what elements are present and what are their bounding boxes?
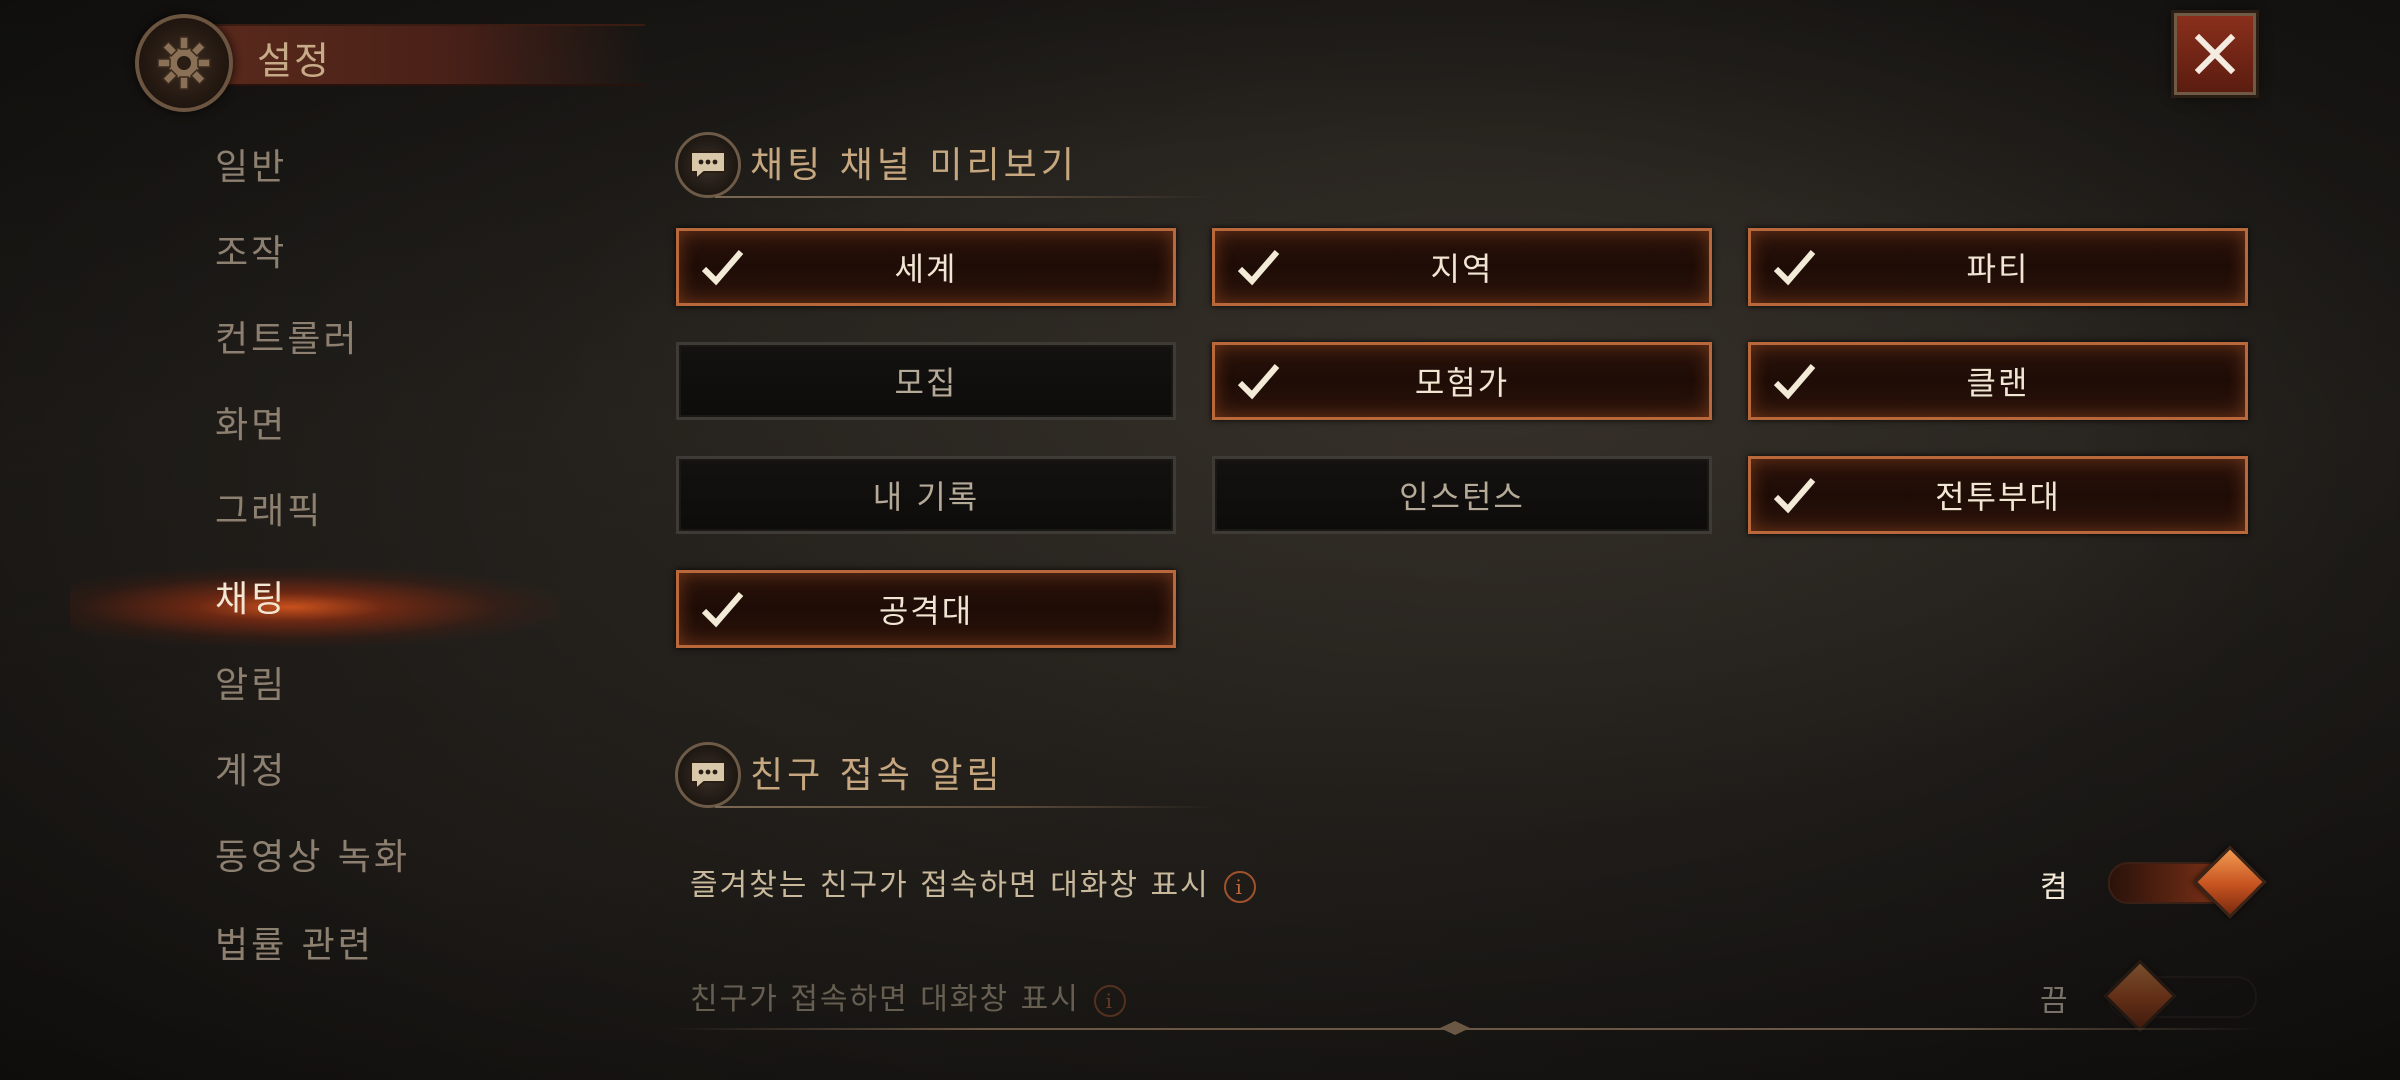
channel-toggle-recruit[interactable]: 모집 (676, 342, 1176, 420)
channel-label: 전투부대 (1935, 478, 2061, 516)
chat-bubble-icon (675, 132, 741, 198)
friend-login-toggle[interactable] (2103, 959, 2257, 1033)
sidebar-item-graphics[interactable]: 그래픽 (215, 484, 323, 540)
favorite-friend-login-toggle[interactable] (2108, 845, 2267, 919)
channel-toggle-raid[interactable]: 공격대 (676, 570, 1176, 648)
setting-row-favorite-friend-login: 즐겨찾는 친구가 접속하면 대화창 표시 i (690, 860, 1256, 904)
section-title: 친구 접속 알림 (750, 755, 1004, 796)
sidebar-item-legal[interactable]: 법률 관련 (215, 918, 374, 974)
channel-label: 세계 (894, 250, 958, 288)
channel-label: 모험가 (1414, 364, 1510, 402)
section-header-chat-preview: 채팅 채널 미리보기 (675, 128, 1215, 208)
sidebar-item-controller[interactable]: 컨트롤러 (215, 312, 359, 368)
setting-row-friend-login: 친구가 접속하면 대화창 표시 i (690, 974, 1126, 1018)
toggle-knob[interactable] (2103, 959, 2177, 1033)
chat-bubble-icon (675, 742, 741, 808)
close-icon (2194, 33, 2236, 75)
channel-toggle-clan[interactable]: 클랜 (1748, 342, 2248, 420)
channel-label: 지역 (1430, 250, 1494, 288)
active-item-glow (70, 567, 560, 647)
info-icon[interactable]: i (1223, 870, 1256, 903)
section-title: 채팅 채널 미리보기 (750, 145, 1078, 186)
channel-label: 공격대 (878, 592, 974, 630)
setting-label: 친구가 접속하면 대화창 표시 (690, 982, 1080, 1017)
setting-label: 즐겨찾는 친구가 접속하면 대화창 표시 (690, 868, 1210, 903)
sidebar-item-chat[interactable]: 채팅 (215, 572, 287, 628)
info-icon[interactable]: i (1093, 984, 1126, 1017)
sidebar-item-account[interactable]: 계정 (215, 744, 287, 800)
section-divider (715, 806, 1215, 808)
sidebar-item-display[interactable]: 화면 (215, 398, 287, 454)
settings-header: 설정 (135, 14, 655, 112)
channel-label: 모집 (894, 364, 958, 402)
channel-label: 파티 (1966, 250, 2030, 288)
channel-label: 인스턴스 (1399, 478, 1525, 516)
gear-icon (135, 14, 233, 112)
section-header-friend-alert: 친구 접속 알림 (675, 738, 1215, 818)
sidebar-item-notifications[interactable]: 알림 (215, 658, 287, 714)
divider-ornament-icon (1440, 1021, 1470, 1035)
channel-toggle-party[interactable]: 파티 (1748, 228, 2248, 306)
channel-toggle-region[interactable]: 지역 (1212, 228, 1712, 306)
channel-label: 내 기록 (872, 478, 980, 516)
channel-toggle-warband[interactable]: 전투부대 (1748, 456, 2248, 534)
sidebar-item-video-recording[interactable]: 동영상 녹화 (215, 830, 410, 886)
channel-toggle-instance[interactable]: 인스턴스 (1212, 456, 1712, 534)
page-title: 설정 (257, 39, 331, 83)
channel-toggle-world[interactable]: 세계 (676, 228, 1176, 306)
close-button[interactable] (2174, 13, 2256, 95)
channel-toggle-my-records[interactable]: 내 기록 (676, 456, 1176, 534)
channel-toggle-adventurer[interactable]: 모험가 (1212, 342, 1712, 420)
sidebar-item-general[interactable]: 일반 (215, 140, 287, 196)
channel-label: 클랜 (1966, 364, 2030, 402)
toggle-knob[interactable] (2193, 845, 2267, 919)
sidebar-item-controls[interactable]: 조작 (215, 226, 287, 282)
toggle-state-label: 끔 (2040, 984, 2068, 1019)
section-divider (715, 196, 1215, 198)
toggle-state-label: 켬 (2040, 870, 2068, 905)
